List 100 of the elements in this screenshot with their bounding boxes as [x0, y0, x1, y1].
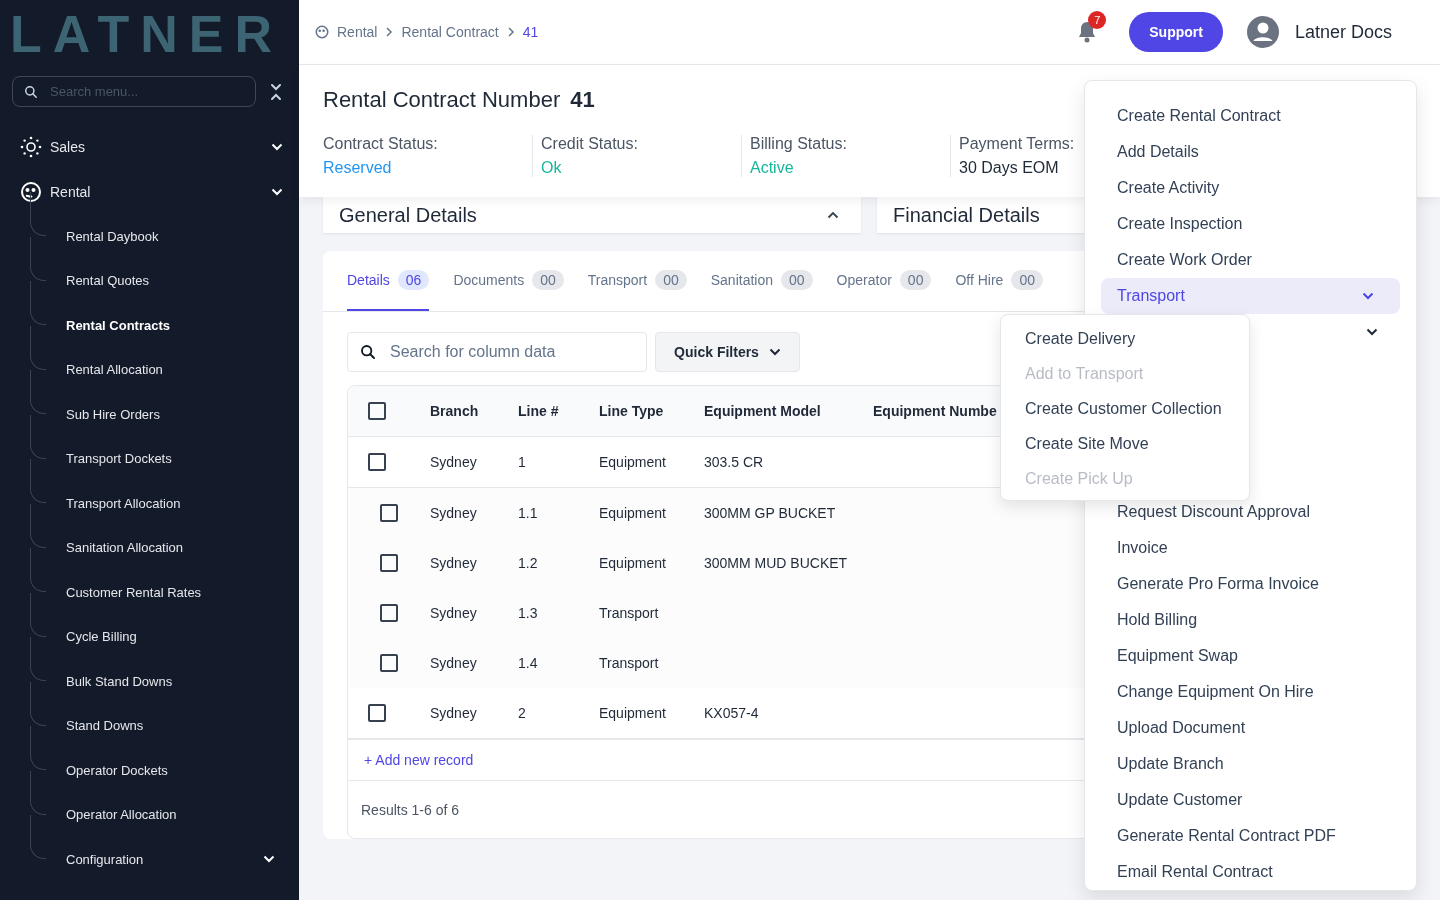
- row-checkbox[interactable]: [380, 554, 398, 572]
- status-label: Billing Status:: [750, 135, 847, 153]
- tree-line: [30, 592, 46, 637]
- row-checkbox[interactable]: [380, 604, 398, 622]
- submenu-item[interactable]: Create Customer Collection: [1001, 391, 1249, 426]
- table-cell: Sydney: [430, 454, 477, 470]
- menu-item[interactable]: Update Branch: [1085, 746, 1416, 782]
- menu-item[interactable]: Update Customer: [1085, 782, 1416, 818]
- table-cell: 1: [518, 454, 526, 470]
- sales-icon: [20, 135, 42, 158]
- table-cell: 1.1: [518, 505, 538, 521]
- column-header[interactable]: Line Type: [599, 403, 704, 419]
- menu-item[interactable]: Generate Pro Forma Invoice: [1085, 566, 1416, 602]
- submenu-item[interactable]: Create Delivery: [1001, 321, 1249, 356]
- breadcrumb-link[interactable]: Rental: [337, 24, 378, 40]
- chevron-down-icon: [271, 142, 283, 151]
- menu-item[interactable]: Hold Billing: [1085, 602, 1416, 638]
- menu-item[interactable]: Upload Document: [1085, 710, 1416, 746]
- tree-line: [30, 414, 46, 459]
- status-value: Reserved: [323, 159, 392, 177]
- sidebar-subitem[interactable]: Rental Quotes: [66, 273, 150, 289]
- tab[interactable]: Transport 00: [587, 251, 687, 311]
- table-cell: 1.3: [518, 605, 538, 621]
- row-checkbox[interactable]: [368, 453, 386, 471]
- sidebar-subitem[interactable]: Bulk Stand Downs: [66, 673, 173, 689]
- collapse-icon[interactable]: [270, 82, 282, 101]
- sidebar-subitem[interactable]: Operator Allocation: [66, 807, 177, 823]
- sidebar-subitem[interactable]: Configuration: [66, 851, 144, 867]
- sidebar-subitem[interactable]: Rental Allocation: [66, 362, 163, 378]
- tree-line: [30, 370, 46, 414]
- sidebar-subitem[interactable]: Sanitation Allocation: [66, 540, 184, 556]
- table-cell: Equipment: [599, 454, 666, 470]
- tree-line: [30, 815, 46, 859]
- row-checkbox[interactable]: [368, 704, 386, 722]
- breadcrumb-link[interactable]: 41: [522, 24, 539, 40]
- breadcrumb-link[interactable]: Rental Contract: [401, 24, 499, 40]
- table-cell: 300MM GP BUCKET: [704, 505, 836, 521]
- menu-item[interactable]: Generate Rental Contract PDF: [1085, 818, 1416, 854]
- table-cell: KX057-4: [704, 705, 759, 721]
- menu-item[interactable]: Create Rental Contract: [1085, 98, 1416, 134]
- chevron-up-icon[interactable]: [827, 211, 839, 219]
- menu-item[interactable]: Invoice: [1085, 530, 1416, 566]
- sidebar-subitem[interactable]: Rental Daybook: [66, 228, 159, 244]
- table-cell: Sydney: [430, 505, 477, 521]
- menu-search-input[interactable]: Search menu...: [48, 83, 242, 100]
- table-cell: 2: [518, 705, 526, 721]
- tree-line: [30, 236, 46, 281]
- add-record-link[interactable]: + Add new record: [364, 752, 474, 768]
- tree-line: [30, 459, 46, 503]
- tree-line: [30, 548, 46, 592]
- column-header[interactable]: Branch: [430, 403, 518, 419]
- sidebar-item-label: Rental: [50, 183, 92, 200]
- menu-item[interactable]: Add Details: [1085, 134, 1416, 170]
- tab[interactable]: Sanitation 00: [710, 251, 813, 311]
- sidebar-subitem[interactable]: Cycle Billing: [66, 629, 137, 645]
- table-cell: Sydney: [430, 555, 477, 571]
- table-cell: Equipment: [599, 505, 666, 521]
- sidebar-subitem[interactable]: Sub Hire Orders: [66, 406, 160, 422]
- tab[interactable]: Operator 00: [836, 251, 932, 311]
- notification-badge: 7: [1088, 11, 1107, 29]
- tab[interactable]: Details 06: [347, 251, 430, 311]
- sidebar-subitem[interactable]: Customer Rental Rates: [66, 584, 202, 600]
- menu-item[interactable]: Create Inspection: [1085, 206, 1416, 242]
- sidebar-item-label: Sales: [50, 138, 87, 155]
- panel-header[interactable]: General Details: [323, 197, 861, 233]
- tab[interactable]: Documents 00: [453, 251, 564, 311]
- menu-item[interactable]: Equipment Swap: [1085, 638, 1416, 674]
- contract-number: 41: [570, 87, 595, 113]
- status-value: Ok: [541, 159, 562, 177]
- sidebar-subitem[interactable]: Operator Dockets: [66, 762, 168, 778]
- support-button[interactable]: Support: [1129, 12, 1223, 52]
- column-header[interactable]: Line #: [518, 403, 599, 419]
- sidebar-subitem[interactable]: Transport Dockets: [66, 451, 172, 467]
- avatar-icon[interactable]: [1246, 16, 1279, 48]
- submenu-item[interactable]: Create Site Move: [1001, 426, 1249, 461]
- user-name[interactable]: Latner Docs: [1294, 21, 1392, 43]
- menu-item[interactable]: Email Rental Contract: [1085, 854, 1416, 890]
- sidebar-subitem[interactable]: Stand Downs: [66, 718, 144, 734]
- menu-search-field[interactable]: Search menu...: [12, 76, 256, 107]
- menu-item[interactable]: Transport: [1101, 278, 1400, 314]
- table-cell: Equipment: [599, 705, 666, 721]
- sidebar-item[interactable]: Sales: [0, 124, 299, 169]
- menu-item[interactable]: Create Activity: [1085, 170, 1416, 206]
- sidebar-subitem[interactable]: Transport Allocation: [66, 495, 181, 511]
- chevron-right-icon: [506, 27, 515, 37]
- menu-item[interactable]: Create Work Order: [1085, 242, 1416, 278]
- logo: LATNER: [9, 4, 284, 64]
- tab[interactable]: Off Hire 00: [955, 251, 1043, 311]
- row-checkbox[interactable]: [380, 654, 398, 672]
- sidebar-subitem[interactable]: Rental Contracts: [66, 317, 171, 333]
- chevron-down-icon[interactable]: [1366, 328, 1378, 336]
- menu-item[interactable]: Change Equipment On Hire: [1085, 674, 1416, 710]
- quick-filters-button[interactable]: Quick Filters: [655, 332, 800, 372]
- select-all-checkbox[interactable]: [368, 402, 386, 420]
- row-checkbox[interactable]: [380, 504, 398, 522]
- table-cell: Transport: [599, 655, 659, 671]
- search-field[interactable]: Search for column data: [347, 332, 647, 372]
- sidebar-item[interactable]: Rental: [0, 169, 299, 214]
- page-title: Rental Contract Number: [323, 87, 561, 113]
- column-header[interactable]: Equipment Model: [704, 403, 873, 419]
